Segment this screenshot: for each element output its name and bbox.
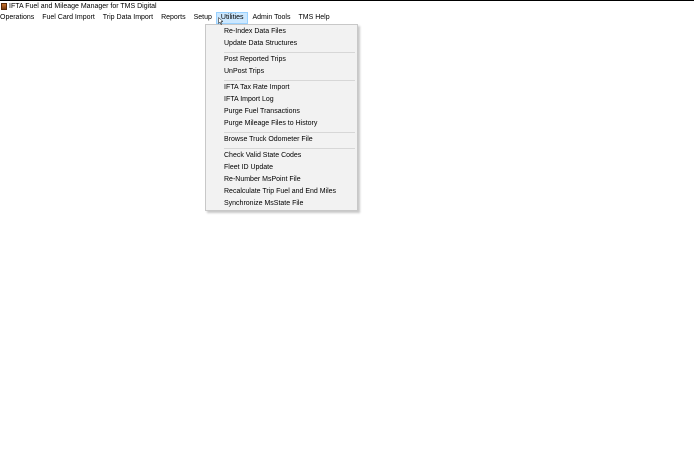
menu-trip-data-import[interactable]: Trip Data Import xyxy=(99,12,157,24)
menu-item-unpost-trips[interactable]: UnPost Trips xyxy=(224,66,264,78)
menu-item-purge-mileage-files[interactable]: Purge Mileage Files to History xyxy=(224,118,317,130)
menu-separator xyxy=(224,52,355,53)
menu-tms-help[interactable]: TMS Help xyxy=(294,12,333,24)
menu-item-purge-fuel-transactions[interactable]: Purge Fuel Transactions xyxy=(224,106,300,118)
menu-operations[interactable]: Operations xyxy=(0,12,38,24)
menu-separator xyxy=(224,132,355,133)
menu-item-re-index-data-files[interactable]: Re-Index Data Files xyxy=(224,26,286,38)
menu-item-ifta-import-log[interactable]: IFTA Import Log xyxy=(224,94,274,106)
menu-item-recalculate-trip-fuel[interactable]: Recalculate Trip Fuel and End Miles xyxy=(224,186,336,198)
menu-bar: Operations Fuel Card Import Trip Data Im… xyxy=(0,12,694,24)
menu-fuel-card-import[interactable]: Fuel Card Import xyxy=(38,12,99,24)
utilities-dropdown-menu: Re-Index Data Files Update Data Structur… xyxy=(205,24,358,211)
menu-item-ifta-tax-rate-import[interactable]: IFTA Tax Rate Import xyxy=(224,82,290,94)
menu-item-browse-truck-odometer[interactable]: Browse Truck Odometer File xyxy=(224,134,313,146)
window-title: IFTA Fuel and Mileage Manager for TMS Di… xyxy=(9,2,157,10)
menu-separator xyxy=(224,80,355,81)
app-icon xyxy=(1,3,7,10)
menu-admin-tools[interactable]: Admin Tools xyxy=(248,12,294,24)
menu-item-check-valid-state-codes[interactable]: Check Valid State Codes xyxy=(224,150,301,162)
menu-separator xyxy=(224,148,355,149)
menu-reports[interactable]: Reports xyxy=(157,12,190,24)
menu-item-synchronize-msstate[interactable]: Synchronize MsState File xyxy=(224,198,303,210)
title-bar: IFTA Fuel and Mileage Manager for TMS Di… xyxy=(0,1,694,12)
menu-setup[interactable]: Setup xyxy=(190,12,216,24)
mouse-cursor-icon xyxy=(218,17,223,25)
menu-item-fleet-id-update[interactable]: Fleet ID Update xyxy=(224,162,273,174)
menu-item-update-data-structures[interactable]: Update Data Structures xyxy=(224,38,297,50)
menu-item-post-reported-trips[interactable]: Post Reported Trips xyxy=(224,54,286,66)
menu-item-re-number-mspoint[interactable]: Re-Number MsPoint File xyxy=(224,174,301,186)
